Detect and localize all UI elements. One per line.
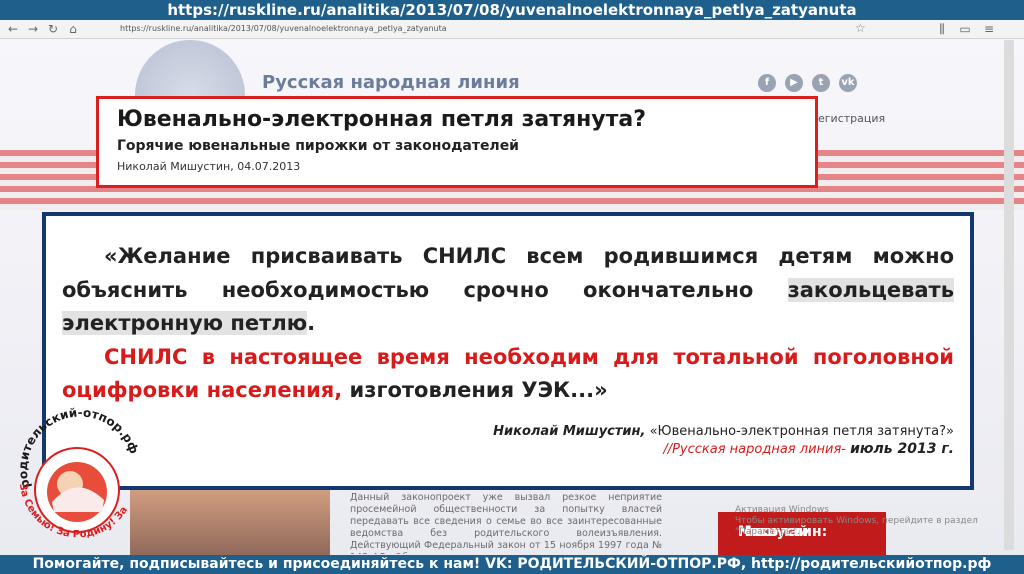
article-title: Ювенально-электронная петля затянута? xyxy=(117,107,647,132)
article-byline: Николай Мишустин, 04.07.2013 xyxy=(117,160,301,173)
page-scrollbar[interactable] xyxy=(1004,40,1014,550)
bookmark-star-icon[interactable]: ☆ xyxy=(855,21,866,35)
address-bar[interactable]: https://ruskline.ru/analitika/2013/07/08… xyxy=(120,23,680,35)
headline-box: Ювенально-электронная петля затянута? Го… xyxy=(96,96,818,188)
forward-icon[interactable]: → xyxy=(26,22,40,36)
youtube-icon[interactable]: ▶ xyxy=(785,74,803,92)
facebook-icon[interactable]: f xyxy=(758,74,776,92)
twitter-icon[interactable]: t xyxy=(812,74,830,92)
browser-toolbar: ← → ↻ ⌂ https://ruskline.ru/analitika/20… xyxy=(0,20,1024,39)
quote-paragraph-1: «Желание присваивать СНИЛС всем родившим… xyxy=(62,244,954,336)
article-photo xyxy=(130,490,330,555)
quote-box: «Желание присваивать СНИЛС всем родившим… xyxy=(42,212,974,490)
vk-icon[interactable]: vk xyxy=(839,74,857,92)
parental-resistance-logo: родительский-отпор.рф За Семью! За Родин… xyxy=(2,392,141,540)
home-icon[interactable]: ⌂ xyxy=(66,22,80,36)
article-subtitle: Горячие ювенальные пирожки от законодате… xyxy=(117,138,519,154)
activation-line2: Чтобы активировать Windows, перейдите в … xyxy=(735,516,978,537)
site-title[interactable]: Русская народная линия xyxy=(262,72,520,93)
quote-paragraph-2: СНИЛС в настоящее время необходим для то… xyxy=(62,344,954,403)
article-snippet: Данный законопроект уже вызвал резкое не… xyxy=(350,492,662,554)
library-icon[interactable]: ⫼ xyxy=(935,22,949,36)
menu-icon[interactable]: ≡ xyxy=(982,22,996,36)
back-icon[interactable]: ← xyxy=(6,22,20,36)
top-url-banner: https://ruskline.ru/analitika/2013/07/08… xyxy=(0,0,1024,20)
windows-activation-watermark: Активация Windows Чтобы активировать Win… xyxy=(735,505,1024,538)
bottom-banner: Помогайте, подписывайтесь и присоединяйт… xyxy=(0,555,1024,574)
quote-attribution: Николай Мишустин, «Ювенально-электронная… xyxy=(493,423,954,439)
quote-source: //Русская народная линия- июль 2013 г. xyxy=(663,440,954,457)
registration-link[interactable]: егистрация xyxy=(818,112,885,125)
sidebar-icon[interactable]: ▭ xyxy=(958,22,972,36)
reload-icon[interactable]: ↻ xyxy=(46,22,60,36)
activation-line1: Активация Windows xyxy=(735,505,829,515)
